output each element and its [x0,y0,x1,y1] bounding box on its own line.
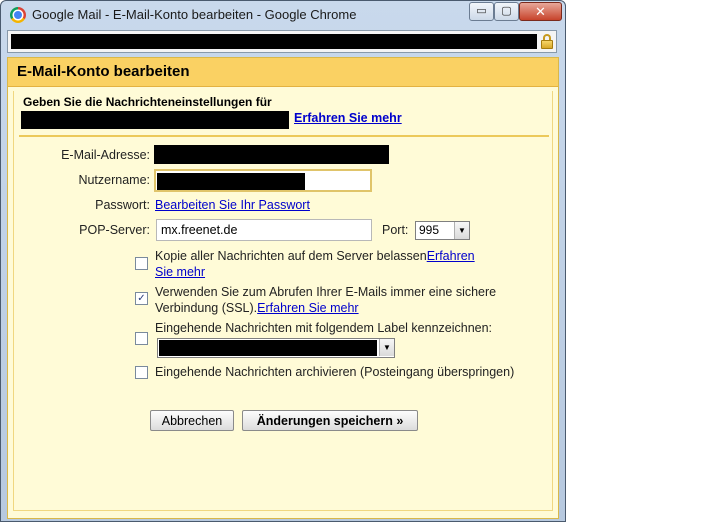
dialog-title: E-Mail-Konto bearbeiten [8,58,558,87]
learn-more-link[interactable]: Erfahren Sie mehr [294,111,402,125]
port-label: Port: [382,223,409,237]
redacted-label [159,340,377,356]
keep-copy-learn-link-b[interactable]: Sie mehr [155,265,205,279]
pop-server-label: POP-Server: [79,223,150,237]
email-label: E-Mail-Adresse: [61,148,150,162]
port-value: 995 [419,223,440,237]
archive-option-text: Eingehende Nachrichten archivieren (Post… [155,365,515,379]
save-changes-button[interactable]: Änderungen speichern » [242,410,418,431]
password-label: Passwort: [95,198,150,212]
keep-copy-text: Kopie aller Nachrichten auf dem Server b… [155,249,427,263]
label-select[interactable]: ▼ [157,338,395,358]
window-title: Google Mail - E-Mail-Konto bearbeiten - … [32,7,357,22]
address-bar[interactable] [7,30,557,53]
divider [19,135,549,137]
ssl-learn-link[interactable]: Erfahren Sie mehr [257,301,358,315]
lock-icon[interactable] [541,34,553,49]
username-field[interactable] [154,169,372,192]
browser-window: Google Mail - E-Mail-Konto bearbeiten - … [0,0,566,522]
ssl-text-line2: Verbindung (SSL). [155,301,258,315]
close-button[interactable]: ✕ [519,2,562,21]
ssl-option: Verwenden Sie zum Abrufen Ihrer E-Mails … [155,284,555,316]
pop-server-input[interactable]: mx.freenet.de [156,219,372,241]
redacted-username [157,173,305,190]
keep-copy-checkbox[interactable] [135,257,148,270]
label-option-text: Eingehende Nachrichten mit folgendem Lab… [155,321,493,335]
maximize-button[interactable]: ▢ [494,2,519,21]
edit-password-link[interactable]: Bearbeiten Sie Ihr Passwort [155,198,310,212]
username-label: Nutzername: [78,173,150,187]
chrome-logo-icon [10,7,26,23]
intro-text: Geben Sie die Nachrichteneinstellungen f… [23,95,272,109]
keep-copy-option: Kopie aller Nachrichten auf dem Server b… [155,248,515,280]
chevron-down-icon[interactable]: ▼ [454,222,469,239]
archive-checkbox[interactable] [135,366,148,379]
chevron-down-icon[interactable]: ▼ [379,339,394,356]
ssl-text-line1: Verwenden Sie zum Abrufen Ihrer E-Mails … [155,285,497,299]
checkmark-icon: ✓ [137,293,146,304]
ssl-checkbox[interactable]: ✓ [135,292,148,305]
label-checkbox[interactable] [135,332,148,345]
keep-copy-learn-link-a[interactable]: Erfahren [427,249,475,263]
port-select[interactable]: 995 ▼ [415,221,470,240]
redacted-url [11,34,537,49]
redacted-account [21,111,289,129]
edit-account-dialog: E-Mail-Konto bearbeiten Geben Sie die Na… [7,57,559,519]
title-bar: Google Mail - E-Mail-Konto bearbeiten - … [1,1,565,29]
redacted-email [154,145,389,164]
cancel-button[interactable]: Abbrechen [150,410,234,431]
minimize-button[interactable]: ▭ [469,2,494,21]
